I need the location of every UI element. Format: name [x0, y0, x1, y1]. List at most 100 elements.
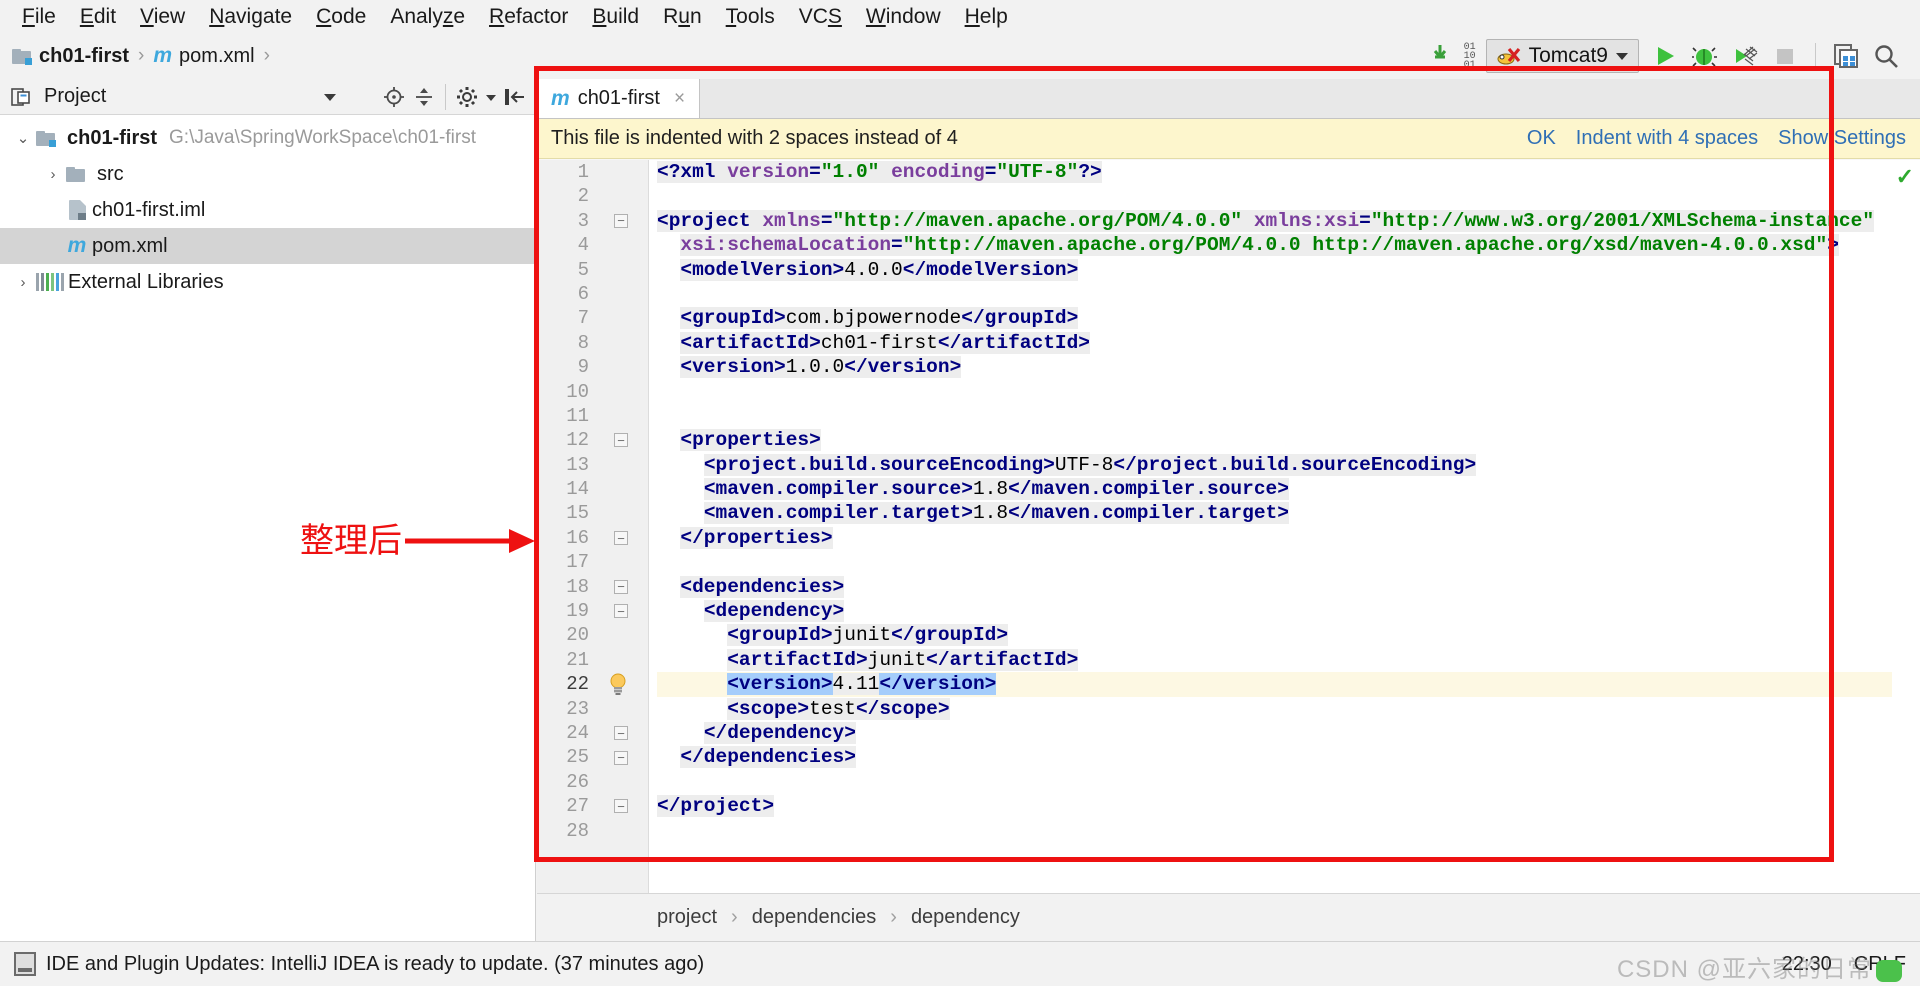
menu-refactor[interactable]: Refactor — [477, 0, 580, 33]
fold-marker-empty — [609, 697, 633, 721]
editor-breadcrumb[interactable]: project › dependencies › dependency — [537, 893, 1920, 941]
run-button[interactable] — [1645, 36, 1685, 76]
run-configuration-selector[interactable]: Tomcat9 — [1485, 39, 1639, 73]
fold-marker-empty — [609, 233, 633, 257]
fold-marker-icon[interactable]: − — [609, 428, 633, 452]
fold-marker-icon[interactable]: − — [609, 209, 633, 233]
editor-gutter[interactable]: 1 2 3 4 5 6 7 8 9 10 11 12 13 14 15 16 17 18 19 20 21 22 23 24 2… — [537, 160, 649, 893]
toolbar-divider — [1815, 43, 1816, 69]
code-line[interactable]: </properties> — [657, 526, 1892, 550]
run-coverage-button[interactable] — [1725, 36, 1765, 76]
code-line[interactable] — [657, 819, 1892, 843]
code-line[interactable]: <scope>test</scope> — [657, 697, 1892, 721]
editor-tab-ch01-first[interactable]: m ch01-first × — [537, 79, 701, 118]
tree-item-ch01-first[interactable]: ⌄ ch01-first G:\Java\SpringWorkSpace\ch01-… — [0, 120, 535, 156]
status-message[interactable]: IDE and Plugin Updates: IntelliJ IDEA is… — [46, 953, 704, 976]
menu-code[interactable]: Code — [304, 0, 378, 33]
tree-item-src[interactable]: › src — [0, 156, 535, 192]
menu-help[interactable]: Help — [953, 0, 1020, 33]
code-line[interactable]: <groupId>com.bjpowernode</groupId> — [657, 306, 1892, 330]
editor-breadcrumb-project[interactable]: project — [657, 906, 717, 929]
code-folding-column[interactable]: − − − − − − − − — [609, 160, 633, 843]
chevron-down-icon[interactable]: ⌄ — [10, 129, 36, 147]
chevron-right-icon[interactable]: › — [40, 166, 66, 183]
fold-marker-icon[interactable]: − — [609, 599, 633, 623]
code-line[interactable]: <artifactId>junit</artifactId> — [657, 648, 1892, 672]
fold-marker-empty — [609, 501, 633, 525]
expand-collapse-icon[interactable] — [409, 82, 439, 112]
line-number: 26 — [566, 770, 589, 793]
event-log-icon[interactable] — [14, 952, 36, 976]
debug-button[interactable] — [1685, 36, 1725, 76]
notification-action-indent-with-4-spaces[interactable]: Indent with 4 spaces — [1576, 127, 1758, 150]
menu-edit[interactable]: Edit — [68, 0, 128, 33]
search-everywhere-button[interactable] — [1866, 36, 1906, 76]
code-line[interactable]: <dependency> — [657, 599, 1892, 623]
notification-action-show-settings[interactable]: Show Settings — [1778, 127, 1906, 150]
fold-marker-empty — [609, 160, 633, 184]
editor-breadcrumb-dependency[interactable]: dependency — [911, 906, 1020, 929]
update-app-button[interactable] — [1826, 36, 1866, 76]
collapse-dropdown-icon[interactable] — [315, 82, 345, 112]
gear-dropdown-icon[interactable] — [482, 82, 500, 112]
code-line[interactable] — [657, 282, 1892, 306]
code-line[interactable]: <dependencies> — [657, 575, 1892, 599]
code-line[interactable] — [657, 770, 1892, 794]
hide-icon[interactable] — [500, 82, 530, 112]
fold-marker-empty — [609, 258, 633, 282]
fold-marker-icon[interactable]: − — [609, 721, 633, 745]
code-line[interactable]: <modelVersion>4.0.0</modelVersion> — [657, 258, 1892, 282]
code-line[interactable]: </dependency> — [657, 721, 1892, 745]
inspection-marker-column[interactable]: ✓ — [1892, 160, 1920, 893]
menu-window[interactable]: Window — [854, 0, 953, 33]
menu-build[interactable]: Build — [580, 0, 651, 33]
menu-analyze[interactable]: Analyze — [378, 0, 477, 33]
editor-breadcrumb-dependencies[interactable]: dependencies — [752, 906, 877, 929]
menu-tools[interactable]: Tools — [714, 0, 787, 33]
menu-run[interactable]: Run — [651, 0, 714, 33]
close-icon[interactable]: × — [674, 88, 685, 110]
code-line[interactable] — [657, 404, 1892, 428]
fold-marker-icon[interactable]: − — [609, 526, 633, 550]
code-line[interactable]: </dependencies> — [657, 745, 1892, 769]
breadcrumb-item-pom[interactable]: m pom.xml — [153, 44, 254, 68]
breadcrumb-item-project[interactable]: ch01-first — [12, 45, 129, 68]
code-line[interactable] — [657, 550, 1892, 574]
menu-view[interactable]: View — [128, 0, 197, 33]
chevron-right-icon[interactable]: › — [10, 274, 36, 291]
code-line[interactable]: <maven.compiler.source>1.8</maven.compil… — [657, 477, 1892, 501]
code-line[interactable]: xsi:schemaLocation="http://maven.apache.… — [657, 233, 1892, 257]
code-line[interactable]: <?xml version="1.0" encoding="UTF-8"?> — [657, 160, 1892, 184]
code-line[interactable]: <maven.compiler.target>1.8</maven.compil… — [657, 501, 1892, 525]
tree-item-pom-xml[interactable]: m pom.xml — [0, 228, 535, 264]
line-number: 18 — [566, 575, 589, 598]
fold-marker-icon[interactable]: − — [609, 794, 633, 818]
code-line[interactable] — [657, 380, 1892, 404]
locate-icon[interactable] — [379, 82, 409, 112]
intention-bulb-icon[interactable] — [605, 672, 631, 696]
menu-file[interactable]: File — [10, 0, 68, 33]
settings-gear-icon[interactable] — [452, 82, 482, 112]
download-updates-icon[interactable] — [1424, 36, 1464, 76]
code-line[interactable]: <properties> — [657, 428, 1892, 452]
notification-action-ok[interactable]: OK — [1527, 127, 1556, 150]
menu-navigate[interactable]: Navigate — [197, 0, 304, 33]
fold-marker-icon[interactable]: − — [609, 745, 633, 769]
fold-marker-icon[interactable]: − — [609, 575, 633, 599]
code-line[interactable]: <version>4.11</version> — [657, 672, 1892, 697]
code-line[interactable]: <version>1.0.0</version> — [657, 355, 1892, 379]
code-editor[interactable]: 1 2 3 4 5 6 7 8 9 10 11 12 13 14 15 16 17 18 19 20 21 22 23 24 2… — [537, 160, 1920, 893]
menu-vcs[interactable]: VCS — [787, 0, 854, 33]
code-line[interactable]: <project xmlns="http://maven.apache.org/… — [657, 209, 1892, 233]
project-toolwindow-header: Project — [0, 79, 536, 115]
code-line[interactable]: <artifactId>ch01-first</artifactId> — [657, 331, 1892, 355]
code-line[interactable]: </project> — [657, 794, 1892, 818]
code-line[interactable]: <project.build.sourceEncoding>UTF-8</pro… — [657, 453, 1892, 477]
code-line[interactable] — [657, 184, 1892, 208]
code-line[interactable]: <groupId>junit</groupId> — [657, 623, 1892, 647]
tree-item-ch01-first-iml[interactable]: ch01-first.iml — [0, 192, 535, 228]
stop-button[interactable] — [1765, 36, 1805, 76]
line-separator-indicator[interactable]: CRLF — [1854, 953, 1906, 976]
tree-item-external-libraries[interactable]: › External Libraries — [0, 264, 535, 300]
code-text[interactable]: <?xml version="1.0" encoding="UTF-8"?> <p… — [649, 160, 1892, 893]
